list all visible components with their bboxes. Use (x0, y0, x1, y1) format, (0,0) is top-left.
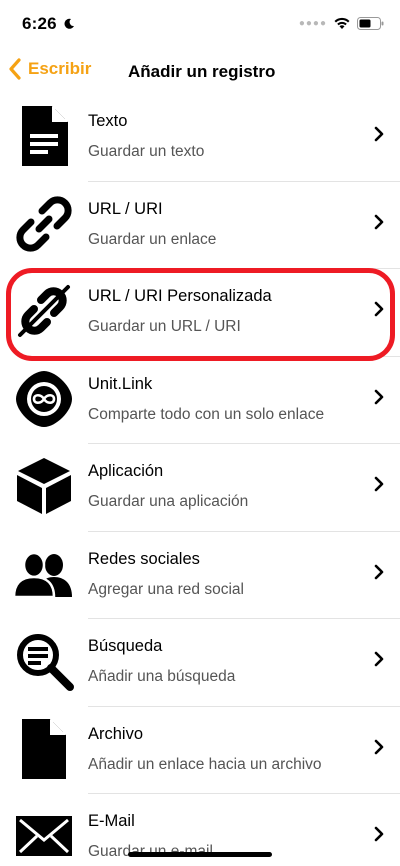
item-title: Unit.Link (88, 374, 153, 393)
list-item-application[interactable]: Aplicación Guardar una aplicación (0, 444, 400, 532)
back-button-label: Escribir (28, 59, 92, 78)
search-icon (17, 634, 74, 691)
list-item-unit-link[interactable]: Unit.Link Comparte todo con un solo enla… (0, 357, 400, 444)
chevron-right-icon (374, 739, 384, 754)
item-title: Texto (88, 112, 128, 130)
back-button[interactable]: Escribir (8, 58, 91, 80)
status-bar: 6:26 ●●●● (0, 0, 400, 48)
item-subtitle: Guardar un enlace (88, 230, 217, 248)
chevron-right-icon (374, 476, 384, 492)
chevron-right-icon (374, 126, 384, 142)
envelope-icon (16, 816, 72, 856)
list-item-social-networks[interactable]: Redes sociales Agregar una red social (0, 532, 400, 619)
list-item-text[interactable]: Texto Guardar un texto (0, 94, 400, 182)
page-title: Añadir un registro (128, 62, 276, 81)
list-item-search[interactable]: Búsqueda Añadir una búsqueda (0, 619, 400, 707)
item-subtitle: Guardar una aplicación (88, 493, 249, 510)
chevron-right-icon (374, 389, 384, 404)
link-icon (16, 195, 72, 252)
chevron-left-icon (9, 58, 21, 80)
people-icon (14, 551, 72, 597)
item-title: E-Mail (88, 812, 135, 830)
cube-icon (17, 458, 71, 514)
file-icon (22, 718, 66, 779)
moon-icon (64, 18, 74, 29)
home-indicator[interactable] (128, 852, 272, 857)
item-subtitle: Guardar un texto (88, 143, 205, 160)
item-subtitle: Agregar una red social (88, 580, 244, 598)
item-title: Búsqueda (88, 637, 163, 655)
list-item-url[interactable]: URL / URI Guardar un enlace (0, 182, 400, 269)
chevron-right-icon (374, 301, 384, 317)
chevron-right-icon (374, 214, 384, 229)
item-title: Aplicación (88, 462, 164, 480)
item-title: Redes sociales (88, 549, 200, 568)
battery-icon (357, 16, 384, 30)
record-type-list: Texto Guardar un texto URL / URI Guardar… (0, 94, 400, 866)
status-time: 6:26 (22, 14, 75, 34)
unit-link-icon (16, 370, 72, 427)
navigation-bar: Escribir Añadir un registro (0, 50, 400, 94)
cellular-signal-icon: ●●●● (298, 17, 327, 29)
chevron-right-icon (374, 564, 384, 579)
wifi-icon (334, 17, 350, 29)
item-title: Archivo (88, 724, 144, 743)
item-subtitle: Añadir una búsqueda (88, 668, 236, 685)
chevron-right-icon (374, 651, 384, 667)
item-subtitle: Guardar un URL / URI (88, 318, 241, 335)
chevron-right-icon (374, 826, 384, 842)
item-subtitle: Añadir un enlace hacia un archivo (88, 755, 322, 773)
list-item-custom-url[interactable]: URL / URI Personalizada Guardar un URL /… (0, 269, 400, 357)
status-indicators: ●●●● (299, 16, 384, 30)
item-title: URL / URI Personalizada (88, 287, 272, 305)
list-item-file[interactable]: Archivo Añadir un enlace hacia un archiv… (0, 707, 400, 794)
item-subtitle: Comparte todo con un solo enlace (88, 405, 325, 423)
item-title: URL / URI (88, 199, 163, 218)
custom-link-icon (18, 285, 70, 337)
document-icon (22, 106, 68, 166)
